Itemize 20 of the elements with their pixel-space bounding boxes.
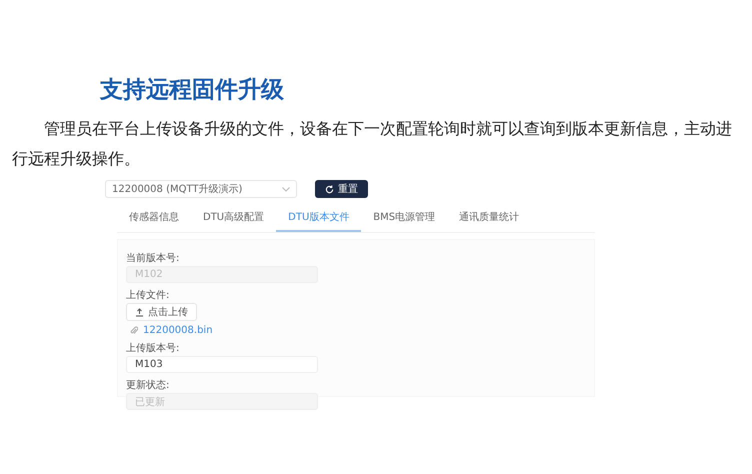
tab[interactable]: BMS电源管理 — [361, 206, 448, 232]
input-field[interactable]: M103 — [126, 356, 318, 373]
device-select[interactable]: 12200008 (MQTT升级演示) — [105, 180, 297, 198]
upload-icon — [135, 308, 144, 316]
paperclip-icon — [130, 326, 138, 335]
tab[interactable]: 传感器信息 — [117, 206, 191, 232]
field-label: 更新状态: — [126, 379, 170, 393]
tab[interactable]: DTU高级配置 — [191, 206, 276, 232]
reset-button[interactable]: 重置 — [315, 180, 368, 198]
field-label: 上传文件: — [126, 289, 170, 303]
refresh-icon — [325, 184, 334, 194]
paragraph: 管理员在平台上传设备升级的文件，设备在下一次配置轮询时就可以查询到版本更新信息，主动进行远程升级操作。 — [12, 118, 733, 170]
field-label: 当前版本号: — [126, 252, 180, 266]
tab[interactable]: 通讯质量统计 — [447, 206, 532, 232]
field-label: 上传版本号: — [126, 342, 180, 356]
heading: 支持远程固件升级 — [100, 76, 285, 105]
file-link[interactable]: 12200008.bin — [143, 325, 213, 336]
upload-button[interactable]: 点击上传 — [126, 303, 197, 321]
caret-icon — [282, 186, 290, 192]
tab[interactable]: DTU版本文件 — [276, 206, 362, 232]
